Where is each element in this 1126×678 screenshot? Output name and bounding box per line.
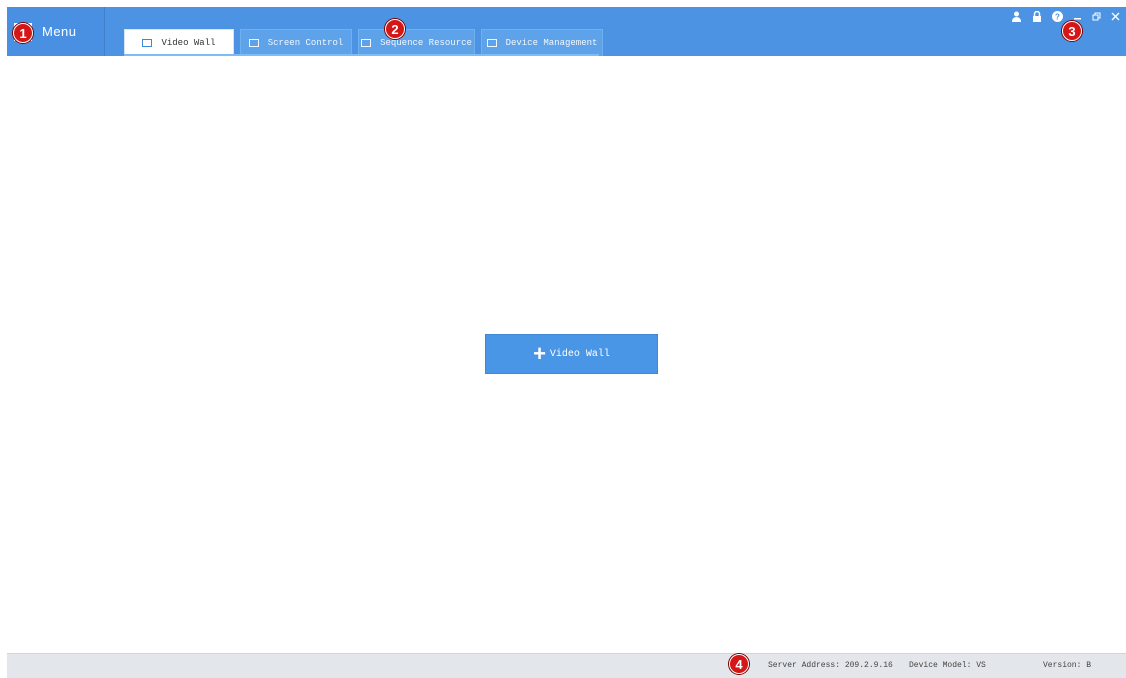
tab-screen-control[interactable]: Screen Control	[240, 29, 352, 56]
callout-badge-2: 2	[385, 19, 405, 39]
server-address: Server Address: 209.2.9.16	[768, 661, 893, 670]
tab-label: Video Wall	[161, 38, 216, 48]
window-controls: ?	[1001, 10, 1120, 25]
tab-video-wall[interactable]: Video Wall	[124, 29, 234, 56]
tab-sequence-resource[interactable]: Sequence Resource	[358, 29, 475, 56]
module-tabs: Video Wall Screen Control Sequence Resou…	[124, 29, 603, 56]
top-bar: Menu Video Wall Screen Control Sequence …	[7, 7, 1126, 56]
svg-text:?: ?	[1055, 13, 1060, 22]
callout-badge-1: 1	[13, 23, 33, 43]
version: Version: B	[1043, 661, 1092, 670]
tab-label: Screen Control	[267, 38, 344, 48]
lock-icon[interactable]	[1032, 10, 1042, 25]
tab-label: Sequence Resource	[380, 38, 472, 48]
video-wall-workspace: + Video Wall	[7, 56, 1126, 653]
device-icon	[486, 39, 497, 47]
status-bar: Server Address: 209.2.9.16 Device Model:…	[7, 653, 1126, 678]
tab-label: Device Management	[505, 38, 598, 48]
callout-badge-4: 4	[729, 654, 749, 674]
monitor-icon	[248, 39, 259, 47]
app-window: Menu Video Wall Screen Control Sequence …	[7, 7, 1126, 678]
callout-badge-3: 3	[1062, 21, 1082, 41]
tab-device-management[interactable]: Device Management	[481, 29, 603, 56]
close-icon[interactable]	[1111, 12, 1120, 24]
grid-icon	[142, 39, 153, 47]
restore-icon[interactable]	[1092, 12, 1101, 24]
device-model: Device Model: VS	[909, 661, 986, 670]
sequence-icon	[361, 39, 372, 47]
user-icon[interactable]	[1011, 11, 1022, 25]
help-icon[interactable]: ?	[1052, 11, 1063, 25]
plus-icon: +	[533, 341, 546, 366]
add-video-wall-label: Video Wall	[549, 348, 610, 360]
menu-label: Menu	[42, 24, 77, 39]
add-video-wall-button[interactable]: + Video Wall	[485, 334, 658, 374]
